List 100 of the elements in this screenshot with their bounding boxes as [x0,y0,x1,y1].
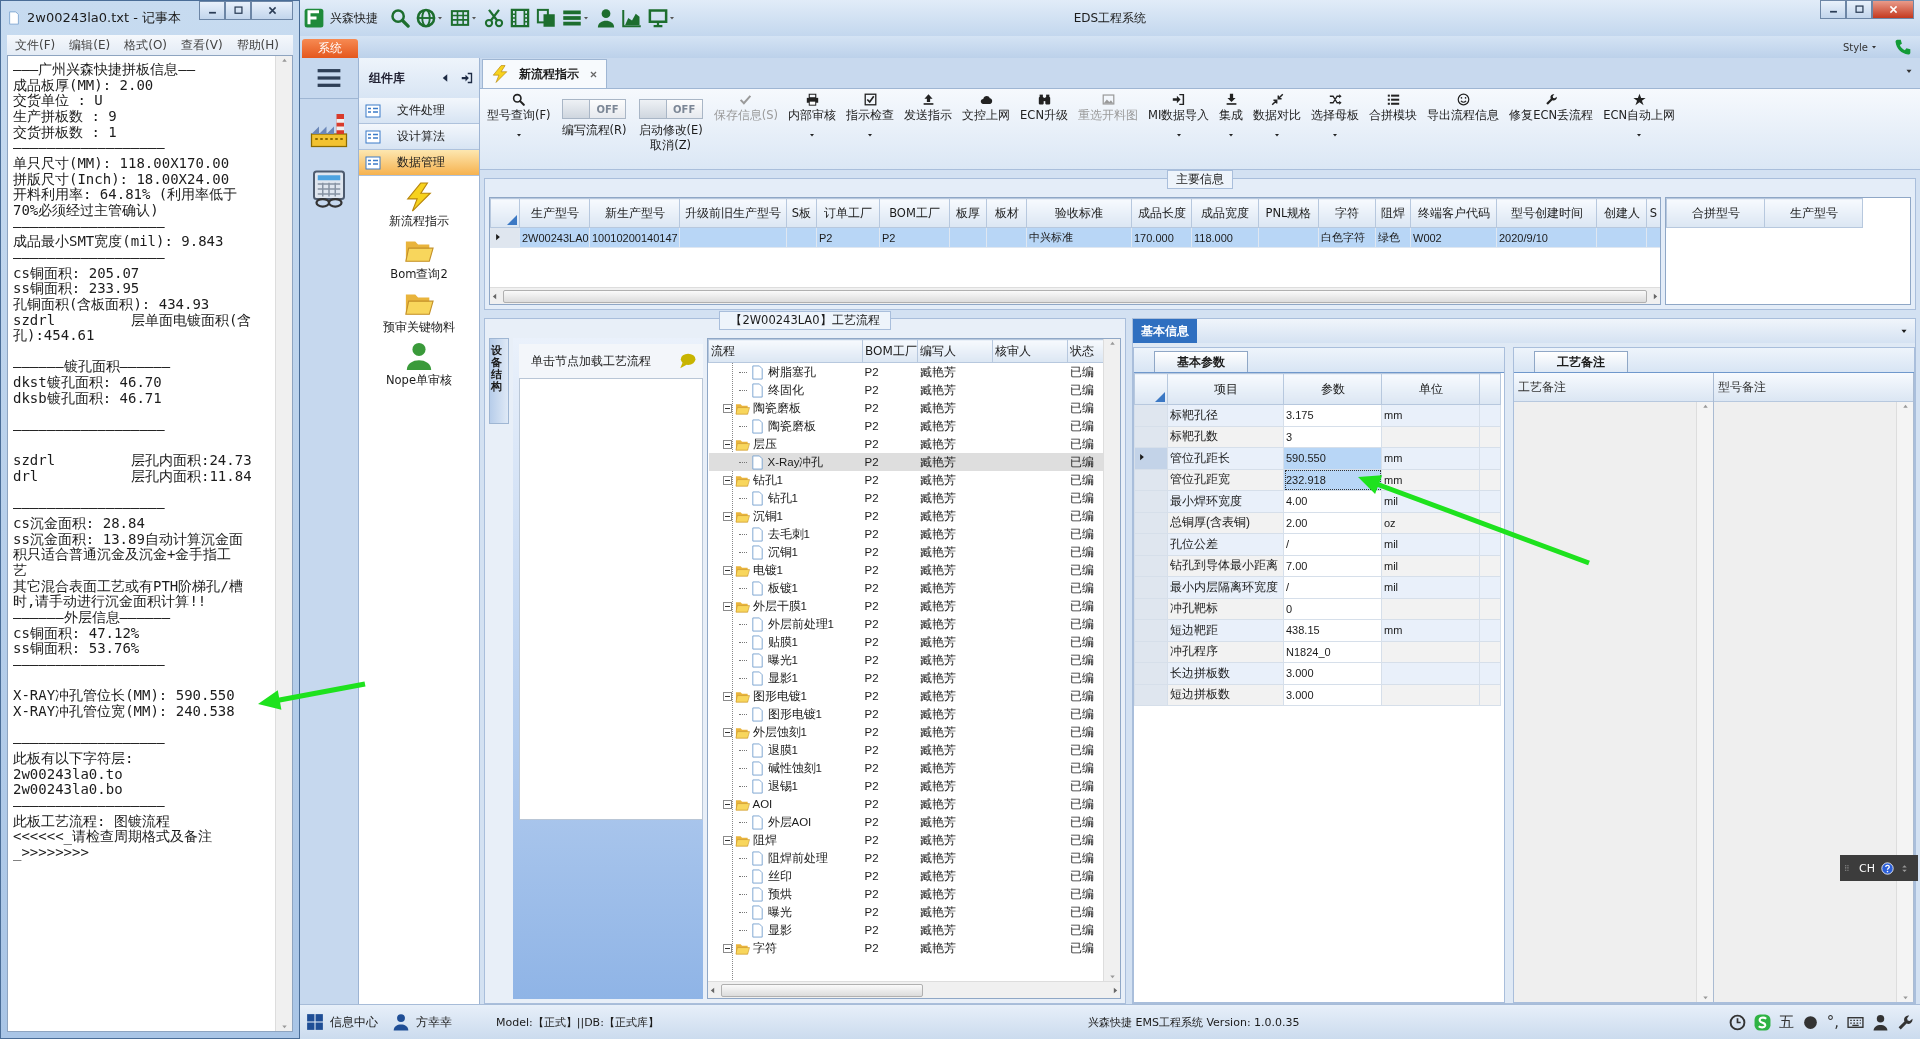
maximize-button[interactable] [225,1,251,20]
tree-cell[interactable]: 字符 [708,939,863,957]
tree-row[interactable]: 阻焊 P2 臧艳芳 已编 [708,831,1103,849]
tree-row[interactable]: 外层蚀刻1 P2 臧艳芳 已编 [708,723,1103,741]
tree-row[interactable]: 曝光1 P2 臧艳芳 已编 [708,651,1103,669]
tree-cell[interactable]: 阻焊 [708,831,863,849]
s-logo-icon[interactable] [1753,1013,1771,1031]
column-header[interactable]: 阻焊 [1375,198,1411,228]
column-header[interactable]: PNL规格 [1258,198,1319,228]
column-header[interactable]: S板 [786,198,817,228]
collapse-toggle[interactable] [722,439,732,449]
column-header[interactable]: 验收标准 [1026,198,1132,228]
toolbar-button[interactable]: 发送指示 [899,93,958,123]
scrollbar[interactable] [490,287,1660,304]
tree-row[interactable]: 外层干膜1 P2 臧艳芳 已编 [708,597,1103,615]
person-icon[interactable] [392,1013,410,1031]
column-header[interactable]: 型号创建时间 [1496,198,1597,228]
tree-cell[interactable]: 曝光1 [708,651,863,669]
column-header[interactable]: 新生产型号 [589,198,680,228]
tree-row[interactable]: AOI P2 臧艳芳 已编 [708,795,1103,813]
tree-cell[interactable]: 钻孔1 [708,489,863,507]
tree-row[interactable]: 图形电镀1 P2 臧艳芳 已编 [708,705,1103,723]
tree-row[interactable]: 沉铜1 P2 臧艳芳 已编 [708,507,1103,525]
tree-row[interactable]: 退锡1 P2 臧艳芳 已编 [708,777,1103,795]
vertical-tab[interactable]: 设备结构 [489,338,509,425]
column-header[interactable]: 合拼型号 [1666,198,1765,228]
column-header[interactable]: 字符 [1318,198,1376,228]
tree-cell[interactable]: 外层前处理1 [708,615,863,633]
tree-cell[interactable]: 树脂塞孔 [708,362,863,381]
phone-icon[interactable] [1894,38,1912,56]
tree-row[interactable]: 陶瓷磨板 P2 臧艳芳 已编 [708,399,1103,417]
tree-row[interactable]: 字符 P2 臧艳芳 已编 [708,939,1103,957]
collapse-toggle[interactable] [722,475,732,485]
toolbar-button[interactable] [536,8,556,28]
column-header[interactable]: 单位 [1381,373,1480,405]
tree-row[interactable]: 去毛刺1 P2 臧艳芳 已编 [708,525,1103,543]
toolbar-button[interactable]: ECN自动上网 [1598,93,1681,139]
tree-cell[interactable]: 层压 [708,435,863,453]
toolbar-button[interactable]: 修复ECN丢流程 [1504,93,1599,123]
tree-cell[interactable]: 陶瓷磨板 [708,417,863,435]
panel-tab[interactable]: 基本信息 [1133,319,1197,343]
tree-row[interactable]: 终固化 P2 臧艳芳 已编 [708,381,1103,399]
collapse-toggle[interactable] [722,691,732,701]
tree-row[interactable]: 退膜1 P2 臧艳芳 已编 [708,741,1103,759]
ime-bar[interactable]: CH [1840,855,1918,881]
column-header[interactable]: 核审人 [992,339,1068,363]
tree-cell[interactable]: 电镀1 [708,561,863,579]
tree-row[interactable]: 阻焊前处理 P2 臧艳芳 已编 [708,849,1103,867]
column-header[interactable]: 编写人 [917,339,993,363]
menu-item[interactable]: 格式(O) [124,36,168,54]
tree-row[interactable]: 陶瓷磨板 P2 臧艳芳 已编 [708,417,1103,435]
toolbar-button[interactable]: MI数据导入 [1143,93,1215,139]
tree-row[interactable]: 外层AOI P2 臧艳芳 已编 [708,813,1103,831]
status-item[interactable]: 信息中心 [330,1014,378,1030]
tree-cell[interactable]: 预烘 [708,885,863,903]
tab[interactable]: 基本参数 [1154,351,1248,372]
toolbar-button[interactable]: ECN升级 [1015,93,1073,123]
tree-cell[interactable]: 丝印 [708,867,863,885]
clock-icon[interactable] [1728,1013,1746,1031]
table-row[interactable]: 最小内层隔离环宽度 / mil [1134,576,1501,598]
menu-item[interactable]: 文件(F) [15,36,56,54]
column-header[interactable]: 成品宽度 [1191,198,1259,228]
tree-cell[interactable]: 显影1 [708,669,863,687]
tree-cell[interactable]: 去毛刺1 [708,525,863,543]
tree-cell[interactable]: AOI [708,795,863,813]
wrench-icon[interactable] [1897,1013,1914,1031]
tree-row[interactable]: X-Ray冲孔 P2 臧艳芳 已编 [708,453,1103,471]
column-header[interactable]: 升级前旧生产型号 [679,198,787,228]
table-row[interactable]: 短边靶距 438.15 mm [1134,619,1501,641]
toolbar-button[interactable]: 集成 [1214,93,1249,139]
tree-row[interactable]: 树脂塞孔 P2 臧艳芳 已编 [708,362,1103,381]
tree-cell[interactable]: 贴膜1 [708,633,863,651]
tree-cell[interactable]: 外层蚀刻1 [708,723,863,741]
tree-cell[interactable]: 外层干膜1 [708,597,863,615]
item-label[interactable]: 预审关键物料 [383,320,455,335]
tray-text[interactable]: 五 [1778,1012,1794,1032]
table-row[interactable]: 管位孔距长 590.550 mm [1134,447,1501,469]
column-header[interactable]: BOM工厂 [879,198,950,228]
column-header[interactable]: 状态 [1067,339,1103,363]
collapse-toggle[interactable] [722,601,732,611]
toolbar-button[interactable] [416,8,444,28]
column-header[interactable]: BOM工厂 [862,339,918,363]
tree-cell[interactable]: 显影 [708,921,863,939]
toolbar-button[interactable]: 文控上网 [957,93,1016,123]
tree-cell[interactable]: 碱性蚀刻1 [708,759,863,777]
tree-row[interactable]: 碱性蚀刻1 P2 臧艳芳 已编 [708,759,1103,777]
tree-row[interactable]: 显影 P2 臧艳芳 已编 [708,921,1103,939]
item-label[interactable]: Nope单审核 [386,373,452,388]
minimize-button[interactable] [199,1,225,20]
group-item[interactable]: 文件处理 [359,98,479,124]
table-row[interactable]: 标靶孔径 3.175 mm [1134,404,1501,426]
tree-row[interactable]: 贴膜1 P2 臧艳芳 已编 [708,633,1103,651]
tree-cell[interactable]: X-Ray冲孔 [708,453,863,471]
tree-cell[interactable]: 陶瓷磨板 [708,399,863,417]
column-header[interactable]: 项目 [1167,373,1284,405]
person-icon[interactable] [1872,1013,1889,1031]
tree-cell[interactable]: 阻焊前处理 [708,849,863,867]
tree-row[interactable]: 图形电镀1 P2 臧艳芳 已编 [708,687,1103,705]
table-row[interactable]: 冲孔靶标 0 [1134,598,1501,620]
column-header[interactable]: 创建人 [1596,198,1647,228]
